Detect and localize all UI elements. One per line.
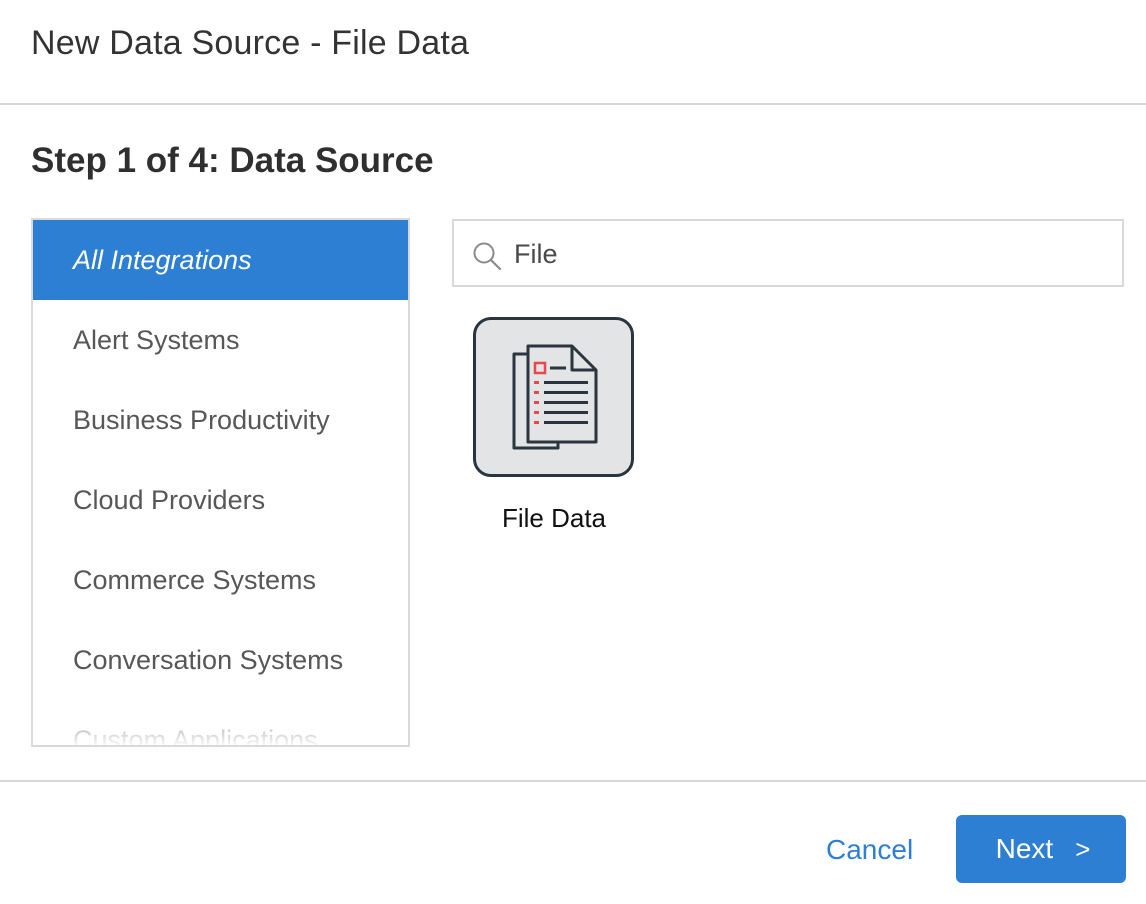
dialog-footer: Cancel Next > — [0, 780, 1146, 904]
category-item-business-productivity[interactable]: Business Productivity — [33, 380, 408, 460]
category-item-commerce-systems[interactable]: Commerce Systems — [33, 540, 408, 620]
category-item-label: All Integrations — [73, 244, 252, 275]
dialog-title: New Data Source - File Data — [31, 24, 470, 62]
category-item-all-integrations[interactable]: All Integrations — [33, 220, 408, 300]
file-document-icon — [512, 344, 598, 450]
search-input[interactable] — [514, 233, 1104, 275]
category-item-alert-systems[interactable]: Alert Systems — [33, 300, 408, 380]
integration-label: File Data — [501, 503, 607, 533]
integration-tile-file-data[interactable]: File Data — [473, 317, 635, 543]
new-data-source-dialog: New Data Source - File Data Step 1 of 4:… — [0, 0, 1146, 904]
category-item-cloud-providers[interactable]: Cloud Providers — [33, 460, 408, 540]
search-icon — [473, 242, 502, 271]
category-item-label: Custom Applications — [73, 724, 318, 747]
search-box[interactable] — [452, 219, 1124, 287]
step-title: Step 1 of 4: Data Source — [31, 141, 434, 180]
category-item-conversation-systems[interactable]: Conversation Systems — [33, 620, 408, 700]
category-item-label: Commerce Systems — [73, 564, 317, 595]
next-button[interactable]: Next > — [956, 815, 1126, 883]
cancel-button[interactable]: Cancel — [826, 831, 913, 869]
category-item-label: Business Productivity — [73, 404, 330, 435]
category-item-label: Cloud Providers — [73, 484, 266, 515]
next-button-label: Next — [995, 833, 1054, 864]
chevron-right-icon: > — [1075, 833, 1091, 864]
category-item-label: Conversation Systems — [73, 644, 344, 675]
category-item-label: Alert Systems — [73, 324, 240, 355]
dialog-header: New Data Source - File Data — [0, 0, 1146, 105]
category-item-custom-applications[interactable]: Custom Applications — [33, 700, 408, 747]
category-list[interactable]: All Integrations Alert Systems Business … — [31, 218, 410, 747]
tile-icon-box — [473, 317, 634, 477]
